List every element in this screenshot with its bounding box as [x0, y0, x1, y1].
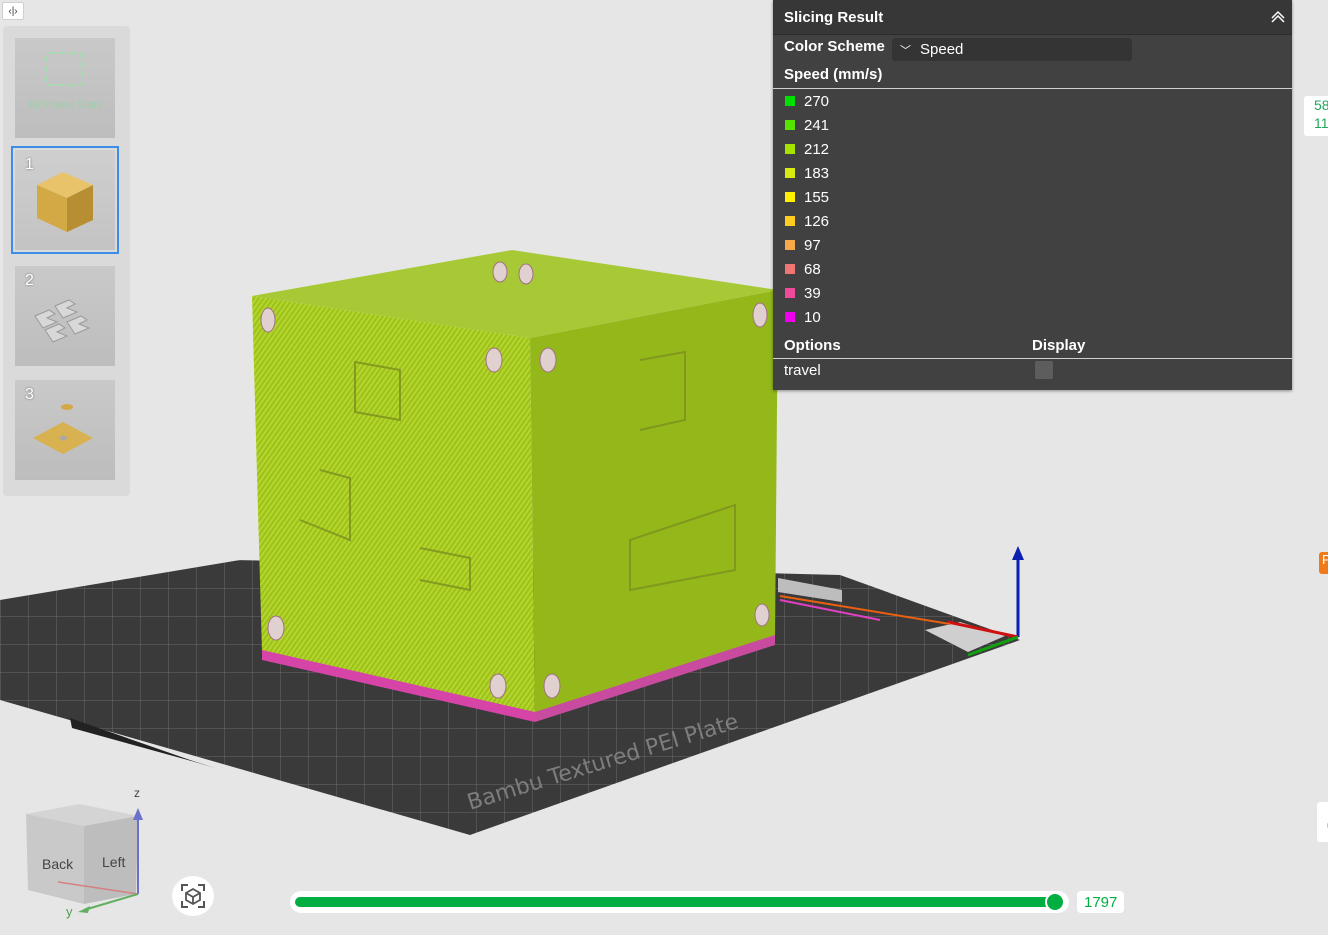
fit-view-icon [181, 884, 205, 908]
divider [773, 358, 1292, 359]
legend-item: 10 [785, 307, 821, 327]
layer-info-line2: 11 [1314, 115, 1328, 131]
color-scheme-dropdown[interactable]: ﹀ Speed [892, 38, 1132, 61]
plate-thumbnail-1[interactable]: 1 [11, 146, 119, 254]
plate-number: 1 [25, 156, 34, 173]
slicing-result-header: Slicing Result [773, 0, 1292, 35]
all-plates-icon [45, 52, 83, 86]
legend-item: 68 [785, 259, 821, 279]
plate-thumbnail-3[interactable]: 3 [15, 380, 115, 480]
legend-swatch [785, 216, 795, 226]
legend-item: 97 [785, 235, 821, 255]
legend-value: 270 [804, 92, 830, 110]
option-travel-label: travel [784, 362, 821, 379]
legend-item: 270 [785, 91, 829, 111]
legend-value: 183 [804, 164, 830, 182]
plate-number: 2 [25, 272, 34, 289]
color-scheme-label: Color Scheme [784, 38, 885, 55]
chevron-down-icon: ﹀ [900, 44, 911, 57]
legend-swatch [785, 264, 795, 274]
legend-value: 212 [804, 140, 830, 158]
cube-face-left[interactable]: Left [102, 854, 125, 870]
layer-slider[interactable] [290, 891, 1069, 913]
legend-value: 68 [804, 260, 821, 278]
legend-swatch [785, 120, 795, 130]
slider-handle[interactable] [1044, 892, 1065, 912]
legend-item: 241 [785, 115, 829, 135]
plate-number: 3 [25, 386, 34, 403]
fit-view-button[interactable] [172, 876, 214, 916]
sliced-model[interactable] [252, 250, 778, 722]
legend-value: 155 [804, 188, 830, 206]
legend-value: 126 [804, 212, 830, 230]
sidebar-toggle-icon[interactable]: ‹|› [2, 2, 24, 20]
slider-fill [295, 897, 1055, 907]
cube-face-back[interactable]: Back [42, 856, 73, 872]
legend-swatch [785, 144, 795, 154]
legend-value: 10 [804, 308, 821, 326]
travel-display-checkbox[interactable] [1035, 361, 1053, 379]
legend-swatch [785, 240, 795, 250]
slicing-result-panel: Slicing Result Color Scheme ﹀ Speed Spee… [773, 0, 1292, 390]
legend-swatch [785, 96, 795, 106]
legend-item: 183 [785, 163, 829, 183]
legend-swatch [785, 288, 795, 298]
y-axis-label: y [66, 904, 73, 919]
all-plates-label: All Plates Stats [28, 99, 102, 111]
legend-item: 212 [785, 139, 829, 159]
collapse-icon[interactable] [1270, 8, 1286, 24]
legend-value: 241 [804, 116, 830, 134]
all-plates-stats-button[interactable]: All Plates Stats [15, 38, 115, 138]
legend-swatch [785, 312, 795, 322]
edge-tab-orange[interactable]: P [1319, 552, 1328, 574]
legend-value: 97 [804, 236, 821, 254]
legend-swatch [785, 168, 795, 178]
edge-tab-white[interactable]: 0 [1317, 802, 1328, 842]
color-scheme-value: Speed [920, 41, 964, 58]
legend-swatch [785, 192, 795, 202]
divider [773, 88, 1292, 89]
legend-item: 155 [785, 187, 829, 207]
layer-info-box: 58 11 [1304, 96, 1328, 136]
plate-thumbnail-2[interactable]: 2 [15, 266, 115, 366]
view-cube-icon [26, 804, 143, 913]
plate-sidebar: All Plates Stats 1 2 3 [3, 26, 130, 496]
layer-value: 1797 [1077, 891, 1125, 913]
layer-info-line1: 58 [1314, 97, 1328, 113]
legend-title: Speed (mm/s) [784, 66, 883, 83]
legend-item: 126 [785, 211, 829, 231]
orientation-cube[interactable]: Back Left z y [20, 786, 150, 921]
slicing-result-title: Slicing Result [784, 8, 884, 26]
display-label: Display [1032, 337, 1086, 354]
z-axis-label: z [134, 786, 140, 800]
options-label: Options [784, 337, 841, 354]
legend-value: 39 [804, 284, 821, 302]
legend-item: 39 [785, 283, 821, 303]
